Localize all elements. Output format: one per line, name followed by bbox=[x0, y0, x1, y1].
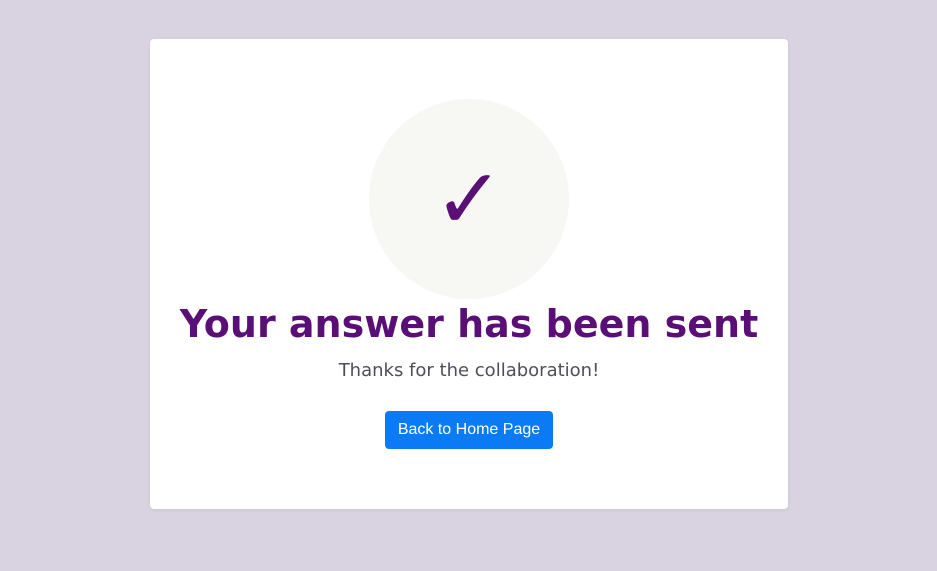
checkmark-icon: ✓ bbox=[433, 150, 505, 248]
confirmation-subtitle: Thanks for the collaboration! bbox=[338, 360, 600, 381]
back-to-home-button[interactable]: Back to Home Page bbox=[385, 411, 553, 449]
confirmation-title: Your answer has been sent bbox=[179, 302, 759, 346]
success-badge: ✓ bbox=[369, 99, 569, 299]
confirmation-card: ✓ Your answer has been sent Thanks for t… bbox=[150, 39, 788, 509]
